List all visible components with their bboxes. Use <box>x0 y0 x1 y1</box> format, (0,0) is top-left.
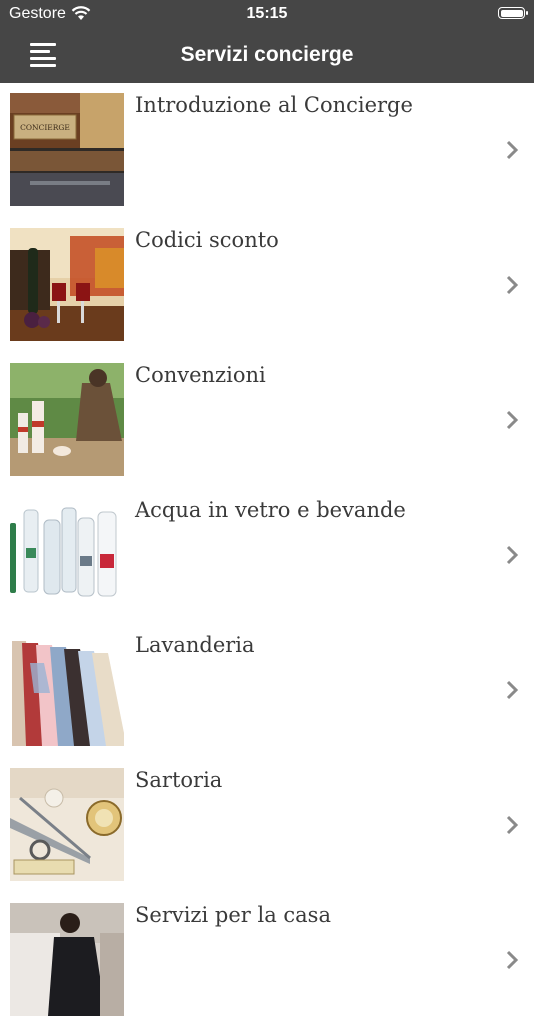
status-bar: Gestore 15:15 <box>0 0 534 28</box>
page-title: Servizi concierge <box>180 43 354 66</box>
list-item-servizi-casa[interactable]: Servizi per la casa <box>0 893 534 1028</box>
thumbnail-caption: CONCIERGE <box>20 123 70 132</box>
list-item-label: Codici sconto <box>135 228 279 252</box>
chevron-right-icon <box>506 545 519 565</box>
list-item-acqua[interactable]: Acqua in vetro e bevande <box>0 488 534 623</box>
chevron-right-icon <box>506 140 519 160</box>
list-item-label: Servizi per la casa <box>135 903 331 927</box>
shirts-thumbnail <box>10 633 124 746</box>
water-bottles-thumbnail <box>10 498 124 611</box>
list-item-label: Sartoria <box>135 768 223 792</box>
chevron-right-icon <box>506 815 519 835</box>
list-item-codici-sconto[interactable]: Codici sconto <box>0 218 534 353</box>
chevron-right-icon <box>506 950 519 970</box>
battery-icon <box>498 7 528 19</box>
housekeeping-thumbnail <box>10 903 124 1016</box>
list-item-label: Convenzioni <box>135 363 266 387</box>
list-item-introduzione[interactable]: CONCIERGE Introduzione al Concierge <box>0 83 534 218</box>
chevron-right-icon <box>506 275 519 295</box>
list-item-convenzioni[interactable]: Convenzioni <box>0 353 534 488</box>
list-item-label: Acqua in vetro e bevande <box>135 498 406 522</box>
list-item-label: Introduzione al Concierge <box>135 93 413 117</box>
chevron-right-icon <box>506 680 519 700</box>
concierge-desk-thumbnail: CONCIERGE <box>10 93 124 206</box>
chevron-right-icon <box>506 410 519 430</box>
tailoring-thumbnail <box>10 768 124 881</box>
status-time: 15:15 <box>246 5 288 22</box>
spa-products-thumbnail <box>10 363 124 476</box>
navigation-bar: Gestore 15:15 Servizi concierge <box>0 0 534 83</box>
list-item-lavanderia[interactable]: Lavanderia <box>0 623 534 758</box>
wine-thumbnail <box>10 228 124 341</box>
list-item-label: Lavanderia <box>135 633 255 657</box>
list-item-sartoria[interactable]: Sartoria <box>0 758 534 893</box>
